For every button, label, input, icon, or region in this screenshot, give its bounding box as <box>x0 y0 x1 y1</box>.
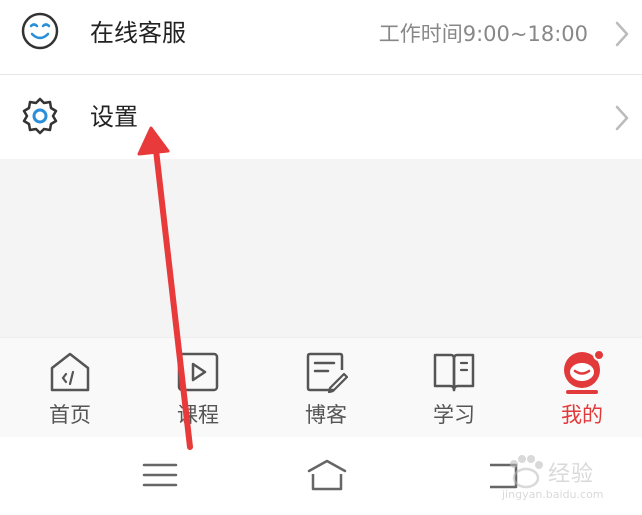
tab-courses[interactable]: 课程 <box>134 338 262 438</box>
tab-study[interactable]: 学习 <box>390 338 518 438</box>
bottom-tab-bar: 首页 课程 博客 学习 我的 <box>0 337 642 438</box>
profile-mascot-icon <box>564 350 604 394</box>
chevron-right-icon <box>615 21 629 47</box>
tab-blog[interactable]: 博客 <box>262 338 390 438</box>
online-service-label: 在线客服 <box>90 19 186 47</box>
paw-logo-icon <box>510 455 543 489</box>
menu-icon[interactable] <box>138 457 182 493</box>
edit-note-icon <box>306 352 348 394</box>
home-icon[interactable] <box>305 457 349 493</box>
play-video-icon <box>177 352 219 392</box>
settings-row[interactable]: 设置 <box>0 75 642 159</box>
tab-home-label: 首页 <box>49 403 91 427</box>
chevron-right-icon <box>615 105 629 131</box>
empty-content-area <box>0 159 642 337</box>
gear-icon <box>22 97 58 135</box>
tab-courses-label: 课程 <box>177 403 219 427</box>
tab-home[interactable]: 首页 <box>6 338 134 438</box>
baidu-jingyan-watermark: 经验 jingyan.baidu.com <box>500 452 640 508</box>
tab-mine[interactable]: 我的 <box>518 338 642 438</box>
home-code-icon <box>50 352 90 392</box>
watermark-text: 经验 <box>548 462 595 487</box>
service-hours-text: 工作时间9:00~18:00 <box>378 22 588 46</box>
tab-study-label: 学习 <box>433 403 475 427</box>
tab-mine-label: 我的 <box>561 403 603 427</box>
smiley-face-icon <box>21 12 59 50</box>
watermark-url: jingyan.baidu.com <box>502 488 604 501</box>
book-icon <box>433 353 475 392</box>
online-service-row[interactable]: 在线客服 工作时间9:00~18:00 <box>0 0 642 75</box>
tab-blog-label: 博客 <box>305 403 347 427</box>
settings-label: 设置 <box>90 103 138 131</box>
notification-dot <box>593 350 604 361</box>
